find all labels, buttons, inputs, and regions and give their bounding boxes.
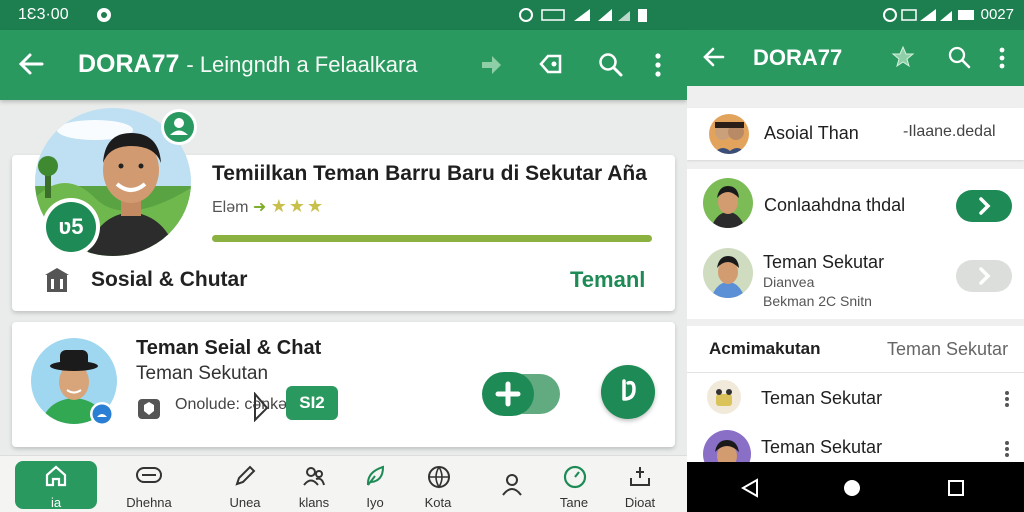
back-arrow-icon[interactable] xyxy=(18,52,44,76)
status-bar-right: 0027 xyxy=(687,0,1024,30)
status-icons-right xyxy=(882,7,977,23)
open-chat-button[interactable] xyxy=(956,260,1012,292)
section-action[interactable]: Teman Sekutar xyxy=(887,339,1008,360)
progress-bar xyxy=(212,235,652,242)
teman-link[interactable]: Temanl xyxy=(570,267,645,293)
avatar xyxy=(703,248,753,298)
home-icon xyxy=(45,465,67,487)
shield-icon xyxy=(136,395,162,421)
rating-stars: ★★★ xyxy=(270,196,326,216)
leaf-icon xyxy=(366,465,385,486)
status-icons xyxy=(518,7,653,23)
friend-tags: Onolude: cənkəus xyxy=(175,396,304,413)
app-title-right: DORA77 xyxy=(753,45,843,70)
page-title: DORA77 - Leingndh a Felaalkara xyxy=(78,50,418,79)
people-icon xyxy=(303,467,325,486)
status-bar: 1Ɛ3·00 xyxy=(0,0,687,30)
cursor-icon xyxy=(252,392,270,422)
search-icon[interactable] xyxy=(598,52,624,78)
nav-profile[interactable] xyxy=(477,456,547,512)
page-subtitle: - Leingndh a Felaalkara xyxy=(186,52,418,77)
contact-detail: Dianvea xyxy=(763,274,815,290)
tag-icon[interactable] xyxy=(538,52,564,76)
notification-icon xyxy=(96,7,112,23)
chat-bubble-icon xyxy=(622,379,636,401)
count-badge[interactable]: SI2 xyxy=(286,386,338,420)
pen-icon xyxy=(235,465,256,486)
clock-icon xyxy=(563,465,587,489)
bottom-nav: ia Dhehna Unea klans Iyo Kota Tane Dioat xyxy=(0,455,687,512)
share-icon xyxy=(630,467,650,486)
section-item-name: Teman Sekutar xyxy=(761,388,883,408)
app-bar: DORA77 - Leingndh a Felaalkara xyxy=(0,30,687,100)
section-title: Acmimakutan xyxy=(709,339,821,358)
section-item-name: Teman Sekutar xyxy=(761,437,883,457)
meta-prefix: Eləm xyxy=(212,199,249,216)
featured-heading: Temiilkan Teman Barru Baru di Sekutar Añ… xyxy=(212,162,647,185)
add-friend-toggle[interactable] xyxy=(482,372,560,416)
more-icon[interactable] xyxy=(1004,440,1010,458)
chevron-right-icon xyxy=(979,197,991,215)
chat-fab[interactable] xyxy=(601,365,655,419)
friend-subtitle: Teman Sekutan xyxy=(136,363,269,384)
contact-name: Asoial Than xyxy=(764,123,859,143)
nav-iyo[interactable]: Iyo xyxy=(340,456,410,512)
chat-icon xyxy=(136,467,162,483)
nav-tane[interactable]: Tane xyxy=(539,456,609,512)
nav-unea[interactable]: Unea xyxy=(210,456,280,512)
open-chat-button[interactable] xyxy=(956,190,1012,222)
avatar xyxy=(707,380,741,414)
nav-dioat[interactable]: Dioat xyxy=(605,456,675,512)
contact-action[interactable]: -Ilaane.dedal xyxy=(903,123,996,141)
back-arrow-icon[interactable] xyxy=(703,46,725,68)
app-bar-right: DORA77 xyxy=(687,30,1024,86)
featured-meta: Eləm ➜ ★★★ xyxy=(212,196,325,217)
status-time-right: 0027 xyxy=(980,6,1014,23)
building-icon xyxy=(44,266,70,294)
contact-name: Conlaahdna thdal xyxy=(764,195,906,215)
featured-app-logo: ʋ5 xyxy=(42,198,100,256)
nav-dhehna[interactable]: Dhehna xyxy=(114,456,184,512)
main-screen: 1Ɛ3·00 DORA77 - Leingndh a Felaalkara ʋ5… xyxy=(0,0,687,512)
recents-square-icon[interactable] xyxy=(947,479,965,497)
nav-home[interactable]: ia xyxy=(21,456,91,512)
plus-icon xyxy=(495,381,521,407)
person-icon xyxy=(502,474,522,496)
online-badge-icon xyxy=(89,401,115,427)
verified-badge-icon xyxy=(160,108,198,146)
home-circle-icon[interactable] xyxy=(842,478,862,498)
forward-icon[interactable] xyxy=(480,54,502,76)
friend-name: Teman Seial & Chat xyxy=(136,337,322,359)
search-icon[interactable] xyxy=(947,45,971,69)
chevron-right-icon xyxy=(979,267,991,285)
app-logo-text: ʋ5 xyxy=(46,202,96,252)
nav-kota[interactable]: Kota xyxy=(403,456,473,512)
status-time: 1Ɛ3·00 xyxy=(18,6,69,23)
side-screen: 0027 DORA77 Asoial Than -Ilaane.dedal Co… xyxy=(687,0,1024,512)
more-icon[interactable] xyxy=(1004,390,1010,408)
overflow-menu-icon[interactable] xyxy=(998,46,1006,70)
overflow-menu-icon[interactable] xyxy=(654,52,662,78)
contact-name: Teman Sekutar xyxy=(763,252,885,272)
avatar xyxy=(709,114,749,154)
divider xyxy=(687,372,1024,373)
star-icon[interactable] xyxy=(891,45,915,69)
contact-detail: Bekman 2C Snitn xyxy=(763,293,872,309)
system-nav-bar xyxy=(687,462,1024,512)
app-name: DORA77 xyxy=(78,50,180,78)
avatar xyxy=(703,178,753,228)
contact-row-top[interactable]: Asoial Than -Ilaane.dedal xyxy=(687,108,1024,160)
progress-fill xyxy=(212,235,652,242)
category-label: Sosial & Chutar xyxy=(91,268,248,291)
globe-icon xyxy=(428,466,450,489)
arrow-icon: ➜ xyxy=(252,199,267,216)
nav-klans[interactable]: klans xyxy=(279,456,349,512)
back-triangle-icon[interactable] xyxy=(741,478,759,498)
